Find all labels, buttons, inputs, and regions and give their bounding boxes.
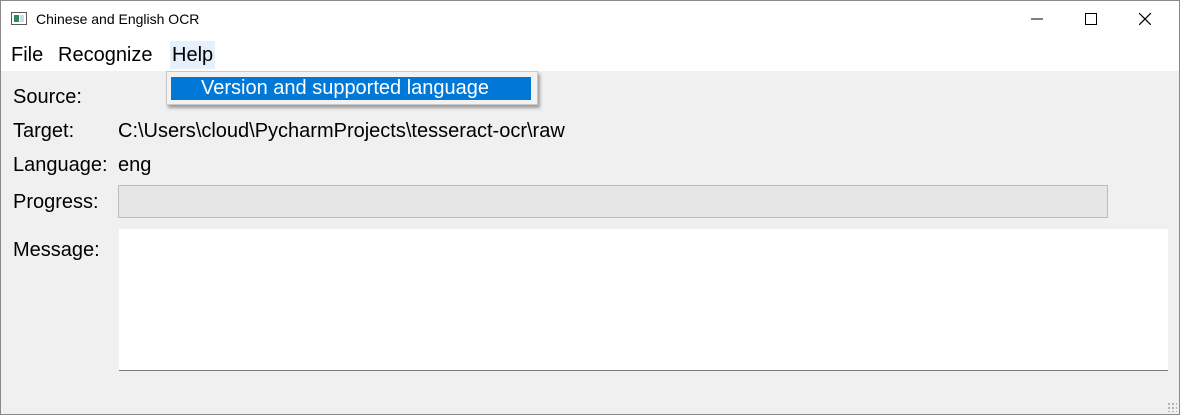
message-textarea[interactable] bbox=[119, 229, 1168, 371]
target-value: C:\Users\cloud\PycharmProjects\tesseract… bbox=[118, 120, 565, 142]
close-icon bbox=[1139, 13, 1151, 25]
minimize-button[interactable] bbox=[1013, 1, 1061, 37]
maximize-button[interactable] bbox=[1067, 1, 1115, 37]
progress-label: Progress: bbox=[13, 191, 99, 213]
target-label: Target: bbox=[13, 120, 75, 142]
source-label: Source: bbox=[13, 86, 82, 108]
maximize-icon bbox=[1085, 13, 1097, 25]
window-title: Chinese and English OCR bbox=[36, 11, 200, 27]
menu-item-version-and-supported-language[interactable]: Version and supported language bbox=[171, 77, 531, 100]
minimize-icon bbox=[1031, 18, 1043, 20]
menu-recognize[interactable]: Recognize bbox=[56, 41, 155, 69]
progress-bar bbox=[118, 185, 1108, 218]
menu-help[interactable]: Help bbox=[170, 41, 216, 69]
language-label: Language: bbox=[13, 154, 108, 176]
help-dropdown-menu: Version and supported language bbox=[166, 71, 538, 105]
message-label: Message: bbox=[13, 239, 100, 261]
menu-item-label: Version and supported language bbox=[201, 77, 490, 99]
app-icon bbox=[11, 12, 27, 25]
title-bar[interactable]: Chinese and English OCR bbox=[1, 1, 1179, 37]
resize-grip[interactable] bbox=[1167, 402, 1177, 412]
close-button[interactable] bbox=[1121, 1, 1169, 37]
menu-bar: File Recognize Help bbox=[1, 37, 1179, 71]
main-window: Chinese and English OCR File Recognize H… bbox=[0, 0, 1180, 415]
language-value: eng bbox=[118, 154, 152, 176]
menu-file[interactable]: File bbox=[9, 41, 45, 69]
